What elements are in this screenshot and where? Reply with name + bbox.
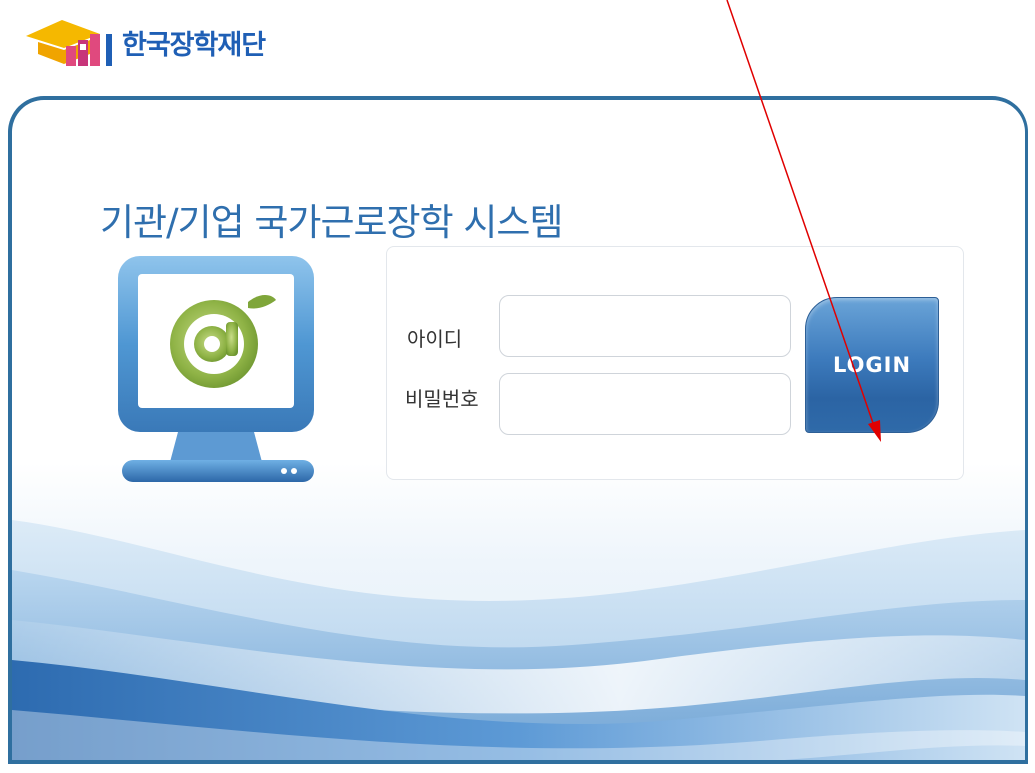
password-label: 비밀번호 xyxy=(405,387,479,411)
brand-name: 한국장학재단 xyxy=(122,29,266,61)
graduation-cap-logo-icon xyxy=(26,20,112,66)
id-input[interactable] xyxy=(499,295,791,357)
id-label: 아이디 xyxy=(407,327,463,351)
page-title: 기관/기업 국가근로장학 시스템 xyxy=(100,201,564,244)
password-input[interactable] xyxy=(499,373,791,435)
login-button[interactable]: LOGIN xyxy=(805,297,939,433)
login-form: 아이디 비밀번호 LOGIN xyxy=(386,246,964,480)
monitor-at-sign-icon xyxy=(118,256,314,482)
brand-header: 한국장학재단 xyxy=(22,14,266,70)
